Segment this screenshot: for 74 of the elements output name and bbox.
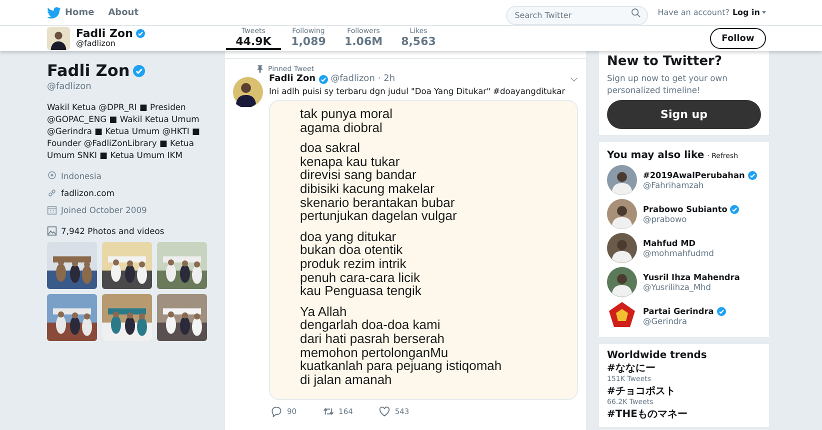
trend-link[interactable]: #ななにー — [607, 363, 761, 375]
poem-line: bukan doa otentik — [300, 243, 403, 257]
poem-line: pertunjukan dagelan vulgar — [300, 209, 457, 223]
account-handle: @Yusrilihza_Mhd — [643, 282, 712, 292]
poem-line: dengarlah doa-doa kami — [300, 318, 440, 332]
profile-handle: @fadlizon — [76, 39, 116, 49]
poem-line: skenario berantakan bubar — [300, 196, 455, 210]
bird-logo-icon[interactable] — [47, 6, 61, 18]
card-title: New to Twitter? — [607, 55, 724, 69]
search-icon — [630, 8, 641, 18]
avatar[interactable] — [47, 27, 70, 50]
account-handle: @mohmahfudmd — [643, 248, 714, 258]
poem-line: agama diobral — [300, 120, 382, 134]
poem-line: kenapa kau tukar — [300, 154, 400, 168]
pin-icon — [257, 64, 263, 72]
profile-name: Fadli Zon — [76, 28, 133, 39]
location-pin-icon — [47, 170, 57, 180]
account-handle: @Fahrihamzah — [643, 180, 705, 190]
account-name[interactable]: #2019AwalPerubahan — [643, 170, 745, 180]
joined-date: Joined October 2009 — [61, 204, 147, 214]
author-handle: @fadlizon — [330, 74, 375, 84]
photos-link[interactable]: 7,942 Photos and videos — [61, 226, 164, 236]
avatar[interactable] — [607, 199, 637, 229]
account-handle: @Gerindra — [643, 316, 688, 326]
tweet-time: · 2h — [378, 74, 396, 84]
retweet-icon[interactable] — [322, 406, 334, 417]
card-title: You may also like — [607, 150, 704, 161]
nav-link[interactable]: Home — [65, 8, 94, 18]
profile-handle: @fadlizon — [47, 82, 92, 92]
poem-line: memohon pertolonganMu — [300, 346, 448, 360]
avatar[interactable] — [233, 77, 263, 107]
poem-line: produk rezim intrik — [300, 256, 406, 271]
poem-line: kau Penguasa tengik — [300, 284, 422, 298]
profile-name: Fadli Zon — [47, 61, 130, 80]
login-link[interactable]: Log in — [732, 8, 766, 17]
search-field[interactable]: Search Twitter — [506, 6, 648, 25]
card-title: Worldwide trends — [607, 350, 708, 361]
caret-icon — [762, 11, 766, 14]
calendar-icon — [47, 204, 57, 214]
image-icon — [47, 226, 57, 236]
link-icon — [47, 188, 57, 198]
trend-link[interactable]: #チョコポスト — [607, 386, 761, 398]
avatar[interactable] — [607, 267, 637, 297]
avatar[interactable] — [607, 233, 637, 263]
account-prompt: Have an account? — [658, 8, 730, 17]
poem-line: doa yang ditukar — [300, 230, 396, 244]
location-text: Indonesia — [61, 170, 102, 180]
poem-line: Ya Allah — [300, 304, 347, 318]
author-name[interactable]: Fadli Zon — [269, 74, 316, 84]
follow-button[interactable]: Follow — [710, 28, 766, 49]
website-link[interactable]: fadlizon.com — [61, 188, 114, 198]
avatar[interactable] — [607, 165, 637, 195]
account-name[interactable]: Mahfud MD — [643, 238, 696, 248]
account-name[interactable]: Yusril Ihza Mahendra — [643, 272, 740, 282]
poem-line: kuatkanlah para pejuang istiqomah — [300, 359, 502, 373]
poem-line: dari hati pasrah berserah — [300, 332, 445, 346]
signup-text: Sign up now to get your own personalized timeline! — [607, 72, 728, 96]
poem-line: direvisi sang bandar — [300, 168, 416, 182]
heart-icon[interactable] — [378, 406, 390, 417]
account-name[interactable]: Partai Gerindra — [643, 306, 714, 316]
nav-link[interactable]: About — [108, 8, 139, 18]
tweet-text: Ini adlh puisi sy terbaru dgn judul "Doa Yang Ditukar" #doayangditukar — [269, 86, 566, 96]
account-handle: @prabowo — [643, 214, 688, 224]
poem-line: tak punya moral — [300, 107, 392, 121]
account-name[interactable]: Prabowo Subianto — [643, 204, 728, 214]
poem-line: di jalan amanah — [300, 372, 392, 386]
poem-line: dibisiki kacung makelar — [300, 182, 434, 196]
poem-line: penuh cara-cara licik — [300, 270, 420, 284]
signup-button[interactable]: Sign up — [607, 100, 761, 129]
reply-icon[interactable] — [271, 406, 282, 417]
profile-bio: Wakil Ketua @DPR_RI ■ Presiden @GOPAC_ENG ■ Wakil Ketua Umum @Gerindra ■ Ketua Umum @HKTI ■ Founder @FadliZonLibrary ■ Ketua Umum SNKI ■ Ketua Umum IKM — [47, 101, 201, 161]
poem-line: doa sakral — [300, 141, 360, 155]
chevron-down-icon[interactable] — [570, 76, 578, 82]
trend-link[interactable]: #THEものマネー — [607, 409, 761, 421]
